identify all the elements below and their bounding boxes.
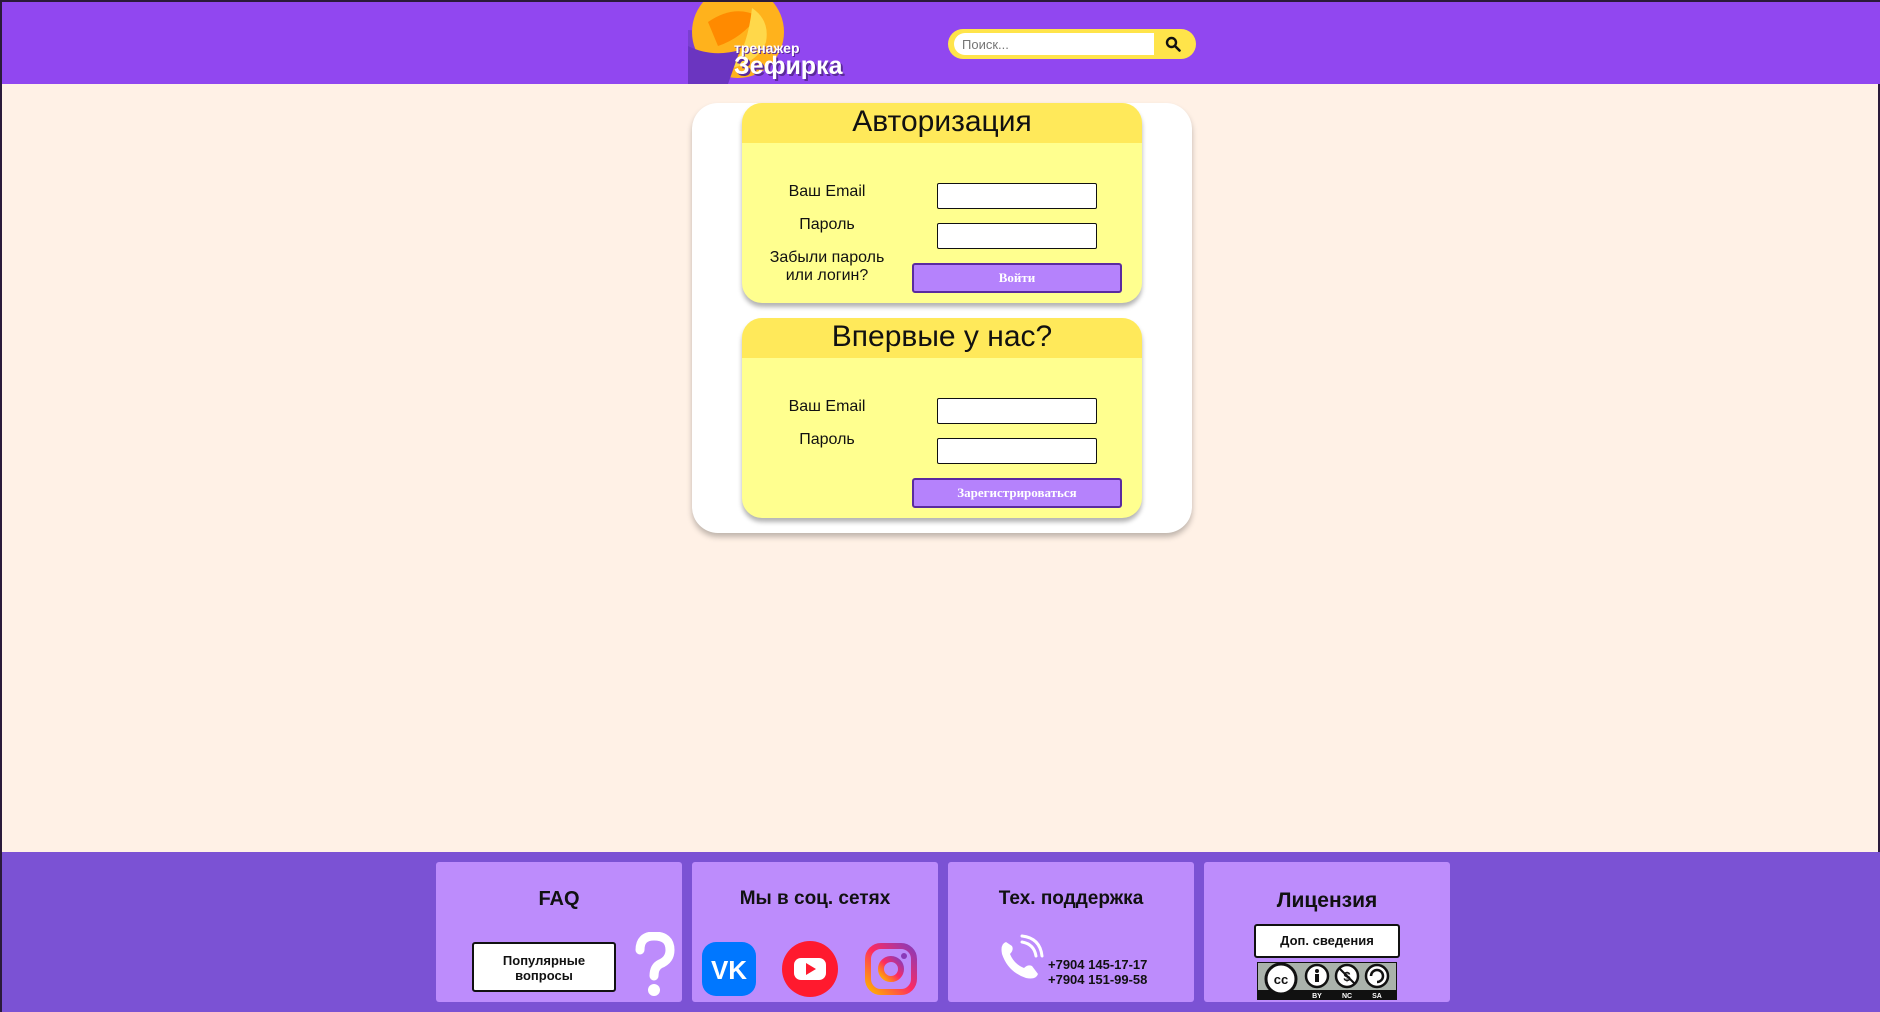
forgot-line-1: Забыли пароль <box>769 249 885 266</box>
license-details-button[interactable]: Доп. сведения <box>1254 924 1400 958</box>
cc-by-label: BY <box>1312 993 1322 1000</box>
site-footer: FAQ Популярные вопросы Мы в соц. сетях V… <box>2 852 1880 1012</box>
login-password-label: Пароль <box>799 216 855 233</box>
auth-card: Авторизация Ваш Email Пароль Забыли паро… <box>692 103 1192 533</box>
svg-text:cc: cc <box>1274 972 1288 987</box>
faq-button-line-2: вопросы <box>515 968 573 983</box>
register-panel: Впервые у нас? Ваш Email Пароль Зарегист… <box>742 318 1142 518</box>
footer-social: Мы в соц. сетях VK <box>692 862 938 1002</box>
footer-support: Тех. поддержка +7904 145-17-17 +7904 151… <box>948 862 1194 1002</box>
cc-nc-label: NC <box>1342 993 1352 1000</box>
site-logo[interactable]: тренажер Зефирка <box>688 2 843 84</box>
footer-license: Лицензия Доп. сведения cc $ BY NC SA <box>1204 862 1450 1002</box>
support-title: Тех. поддержка <box>998 888 1144 909</box>
support-phone-2[interactable]: +7904 151-99-58 <box>1048 972 1147 987</box>
cc-license-icon[interactable]: cc $ BY NC SA <box>1257 962 1397 1000</box>
cc-sa-label: SA <box>1372 993 1382 1000</box>
support-phone-1[interactable]: +7904 145-17-17 <box>1048 957 1147 972</box>
register-email-field[interactable] <box>937 398 1097 424</box>
vk-icon[interactable]: VK <box>702 942 756 996</box>
footer-faq: FAQ Популярные вопросы <box>436 862 682 1002</box>
search-input[interactable] <box>954 33 1154 55</box>
register-button[interactable]: Зарегистрироваться <box>912 478 1122 508</box>
instagram-icon[interactable] <box>864 942 918 996</box>
forgot-line-2: или логин? <box>785 267 869 284</box>
register-email-label: Ваш Email <box>788 398 866 415</box>
register-password-label: Пароль <box>799 431 855 448</box>
register-password-field[interactable] <box>937 438 1097 464</box>
search-icon <box>1165 36 1181 52</box>
social-title: Мы в соц. сетях <box>739 888 891 909</box>
question-icon <box>635 932 675 996</box>
logo-title: Зефирка <box>734 52 843 80</box>
faq-button-line-1: Популярные <box>502 953 586 968</box>
login-panel: Авторизация Ваш Email Пароль Забыли паро… <box>742 103 1142 303</box>
popular-questions-button[interactable]: Популярные вопросы <box>472 942 616 992</box>
site-header: тренажер Зефирка <box>2 2 1880 84</box>
search-bar <box>948 29 1196 59</box>
youtube-icon[interactable] <box>782 941 838 997</box>
license-title: Лицензия <box>1276 889 1378 912</box>
search-button[interactable] <box>1156 31 1190 57</box>
support-phones: +7904 145-17-17 +7904 151-99-58 <box>1048 957 1147 987</box>
login-button[interactable]: Войти <box>912 263 1122 293</box>
phone-icon <box>1001 934 1044 979</box>
svg-text:VK: VK <box>711 955 747 985</box>
register-title: Впервые у нас? <box>742 318 1142 358</box>
faq-title: FAQ <box>538 888 580 910</box>
login-password-field[interactable] <box>937 223 1097 249</box>
login-title: Авторизация <box>742 103 1142 143</box>
forgot-password-link[interactable]: Забыли пароль или логин? <box>742 249 912 285</box>
login-email-label: Ваш Email <box>788 183 866 200</box>
login-email-field[interactable] <box>937 183 1097 209</box>
